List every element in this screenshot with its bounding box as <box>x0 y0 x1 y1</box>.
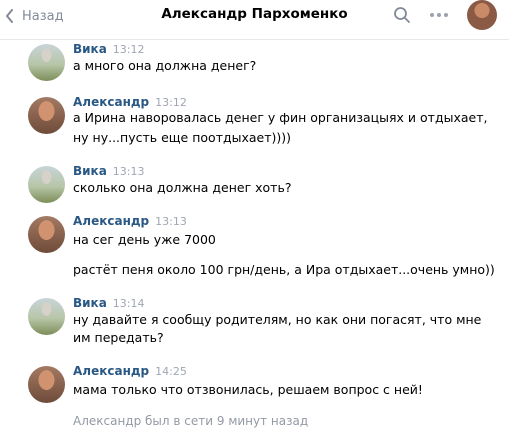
author-name[interactable]: Вика <box>73 164 107 178</box>
header-avatar[interactable] <box>467 0 497 30</box>
message-text: им передать? <box>73 330 164 345</box>
avatar[interactable] <box>28 166 65 203</box>
message-time: 13:12 <box>112 43 145 56</box>
message-time: 13:13 <box>112 165 145 178</box>
more-icon[interactable] <box>428 8 450 22</box>
message-text: на сег день уже 7000 <box>73 232 216 247</box>
avatar[interactable] <box>28 366 65 403</box>
author-name[interactable]: Вика <box>73 42 107 56</box>
message-text: мама только что отзвонилась, решаем вопр… <box>73 382 423 397</box>
chevron-left-icon <box>6 9 13 23</box>
author-name[interactable]: Александр <box>73 364 149 378</box>
back-label: Назад <box>22 8 64 24</box>
message-time: 13:14 <box>112 297 145 310</box>
message-time: 14:25 <box>155 365 187 378</box>
avatar[interactable] <box>28 97 65 134</box>
message-text: ну ну...пусть еще поотдыхает)))) <box>73 130 292 145</box>
message-time: 13:13 <box>155 215 187 228</box>
message-text: а много она должна денег? <box>73 58 257 73</box>
search-icon[interactable] <box>393 6 411 24</box>
chat-header: Назад Александр Пархоменко <box>0 0 509 40</box>
author-name[interactable]: Александр <box>73 214 149 228</box>
message-text: ну давайте я сообщу родителям, но как он… <box>73 312 482 327</box>
author-name[interactable]: Вика <box>73 296 107 310</box>
message-text: растёт пеня около 100 грн/день, а Ира от… <box>73 262 495 277</box>
avatar[interactable] <box>28 298 65 335</box>
back-button[interactable]: Назад <box>4 6 64 26</box>
author-name[interactable]: Александр <box>73 95 149 109</box>
avatar[interactable] <box>28 44 65 81</box>
online-status: Александр был в сети 9 минут назад <box>73 414 309 428</box>
message-text: а Ирина наворовалась денег у фин организ… <box>73 110 488 125</box>
message-text: сколько она должна денег хоть? <box>73 180 292 195</box>
avatar[interactable] <box>28 216 65 253</box>
